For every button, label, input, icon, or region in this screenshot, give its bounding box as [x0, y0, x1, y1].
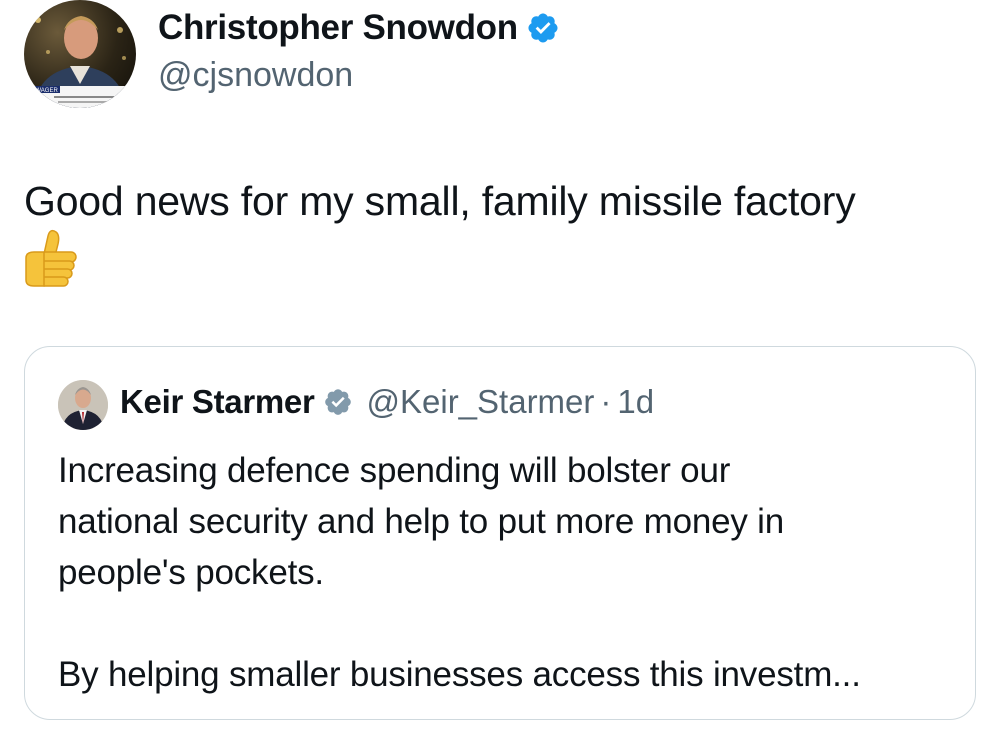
avatar-caption: TS WAGER — [26, 88, 58, 94]
author-handle[interactable]: @cjsnowdon — [158, 56, 353, 95]
thumbs-up-icon — [25, 229, 77, 287]
tweet-text: Good news for my small, family missile f… — [24, 178, 856, 224]
quoted-author-name[interactable]: Keir Starmer — [120, 383, 315, 421]
author-name[interactable]: Christopher Snowdon — [158, 8, 518, 48]
quoted-author-handle[interactable]: @Keir_Starmer — [367, 383, 595, 421]
quoted-text-line: people's pockets. — [58, 553, 324, 592]
quoted-text-line: national security and help to put more m… — [58, 502, 785, 541]
quoted-author-avatar[interactable] — [58, 380, 108, 430]
government-badge-icon — [324, 389, 351, 415]
quoted-header: Keir Starmer @Keir_Starmer · 1d — [120, 383, 654, 421]
quoted-tweet-card[interactable]: Keir Starmer @Keir_Starmer · 1d Increasi… — [24, 346, 976, 720]
author-name-row[interactable]: Christopher Snowdon — [158, 8, 560, 48]
verified-badge-icon — [528, 13, 558, 43]
quoted-tweet-text: Increasing defence spending will bolster… — [58, 445, 958, 700]
quoted-text-truncated-line: By helping smaller businesses access thi… — [58, 655, 861, 694]
quoted-timestamp[interactable]: 1d — [617, 383, 654, 421]
separator-dot: · — [600, 383, 612, 420]
quoted-text-line: Increasing defence spending will bolster… — [58, 451, 731, 490]
author-avatar[interactable]: TS WAGER — [24, 0, 136, 108]
